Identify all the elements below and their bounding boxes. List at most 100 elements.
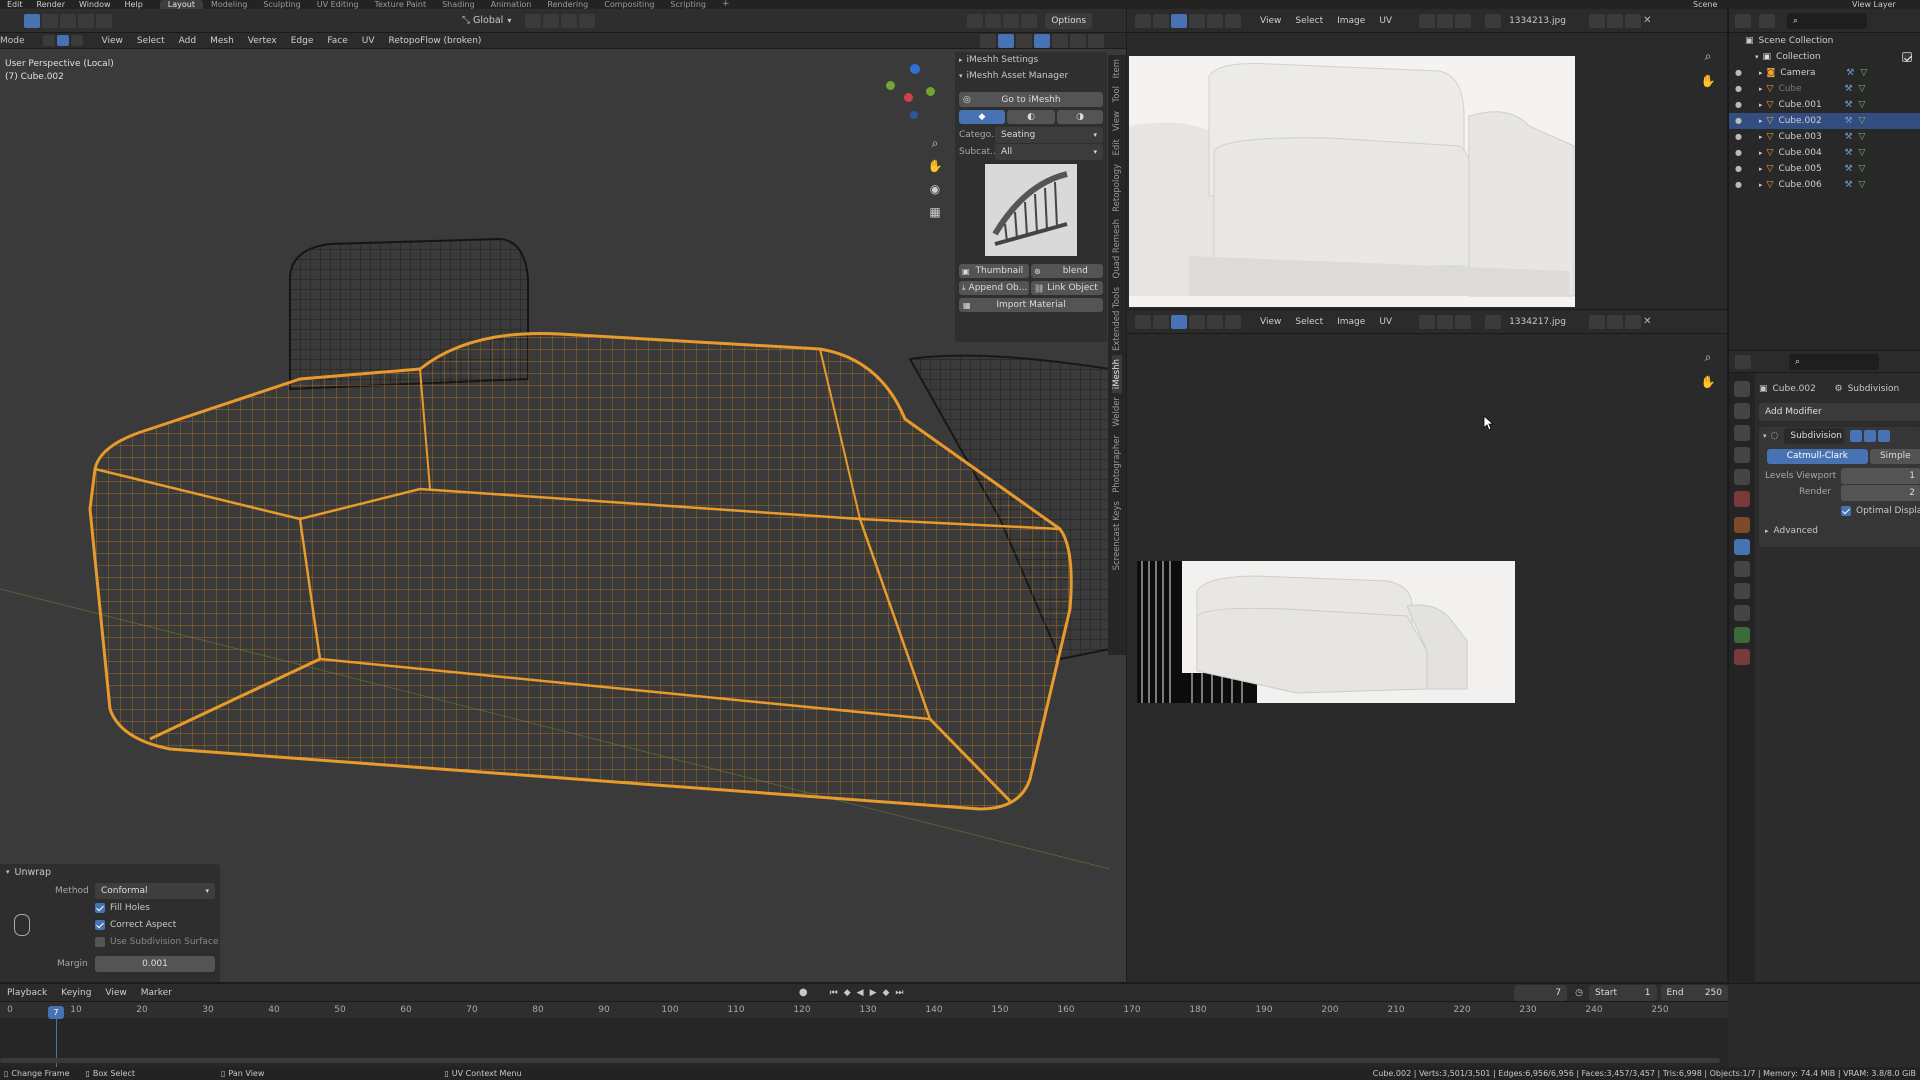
editor-type-icon[interactable] [1735, 13, 1751, 28]
tab-animation[interactable]: Animation [483, 0, 540, 9]
edge-select-icon[interactable] [1189, 13, 1205, 28]
3d-viewport[interactable]: ⤡ Global ▾ Options Mode View Select Add … [0, 9, 1126, 982]
modifier-wrench-icon[interactable]: ⚒ [1844, 129, 1852, 145]
output-properties-icon[interactable] [1734, 425, 1750, 441]
eye-icon[interactable]: ● [1735, 97, 1742, 113]
snap-icon[interactable] [1437, 314, 1454, 329]
menu-keying[interactable]: Keying [54, 988, 98, 998]
gizmo-z-axis[interactable] [910, 64, 920, 74]
modifier-wrench-icon[interactable]: ⚒ [1846, 65, 1854, 81]
vertex-select-icon[interactable] [1171, 13, 1187, 28]
simple-button[interactable]: Simple [1869, 449, 1920, 464]
outliner-search[interactable]: ⌕ [1787, 12, 1867, 29]
tab-layout[interactable]: Layout [159, 0, 203, 9]
zoom-icon[interactable]: ⌕ [1699, 348, 1717, 366]
menu-vertex[interactable]: Vertex [241, 36, 284, 46]
ortho-grid-icon[interactable]: ▦ [926, 203, 944, 221]
face-select-icon[interactable] [1207, 13, 1223, 28]
render-toggle-icon[interactable] [1878, 430, 1891, 442]
tab-compositing[interactable]: Compositing [596, 0, 662, 9]
view-layer-selector[interactable]: View Layer [1852, 0, 1896, 9]
editor-type-icon[interactable] [1135, 13, 1151, 28]
navigation-gizmo[interactable] [870, 61, 940, 131]
image-name-field[interactable]: 1334213.jpg [1509, 16, 1589, 26]
orientation-dropdown[interactable]: ⤡ Global ▾ [462, 15, 511, 26]
snap-icon[interactable] [543, 13, 560, 28]
mode-dropdown[interactable]: Mode [0, 36, 25, 46]
checkbox-checked-icon[interactable] [1902, 52, 1912, 62]
tab-modeling[interactable]: Modeling [203, 0, 255, 9]
tab-screencast-keys[interactable]: Screencast Keys [1112, 497, 1122, 574]
current-frame-field[interactable]: 7 [1513, 984, 1568, 1001]
outliner-item[interactable]: ● ▸ ▽ Cube.006 ⚒ ▽ [1729, 177, 1920, 193]
render-properties-icon[interactable] [1734, 403, 1750, 419]
axis-y-toggle[interactable] [985, 13, 1002, 28]
physics-icon[interactable] [1734, 583, 1750, 599]
expand-arrow-icon[interactable]: ▸ [1759, 113, 1763, 129]
margin-field[interactable]: 0.001 [95, 956, 215, 972]
hdri-type-icon[interactable]: ◑ [1057, 110, 1103, 124]
tab-photographer[interactable]: Photographer [1112, 431, 1122, 497]
edge-select-icon[interactable] [1189, 314, 1205, 329]
menu-select[interactable]: Select [130, 36, 172, 46]
category-dropdown[interactable]: Seating ▾ [995, 127, 1103, 143]
menu-uv[interactable]: UV [1372, 317, 1399, 327]
scene-collection-row[interactable]: ▣ Scene Collection [1729, 33, 1920, 49]
view-layer-icon[interactable] [1734, 447, 1750, 463]
menu-edit[interactable]: Edit [0, 0, 30, 9]
expand-arrow-icon[interactable]: ▸ [1759, 129, 1763, 145]
axis-z-toggle[interactable] [1003, 13, 1020, 28]
outliner-item[interactable]: ● ▸ ◙ Camera ⚒ ▽ [1729, 65, 1920, 81]
modifier-wrench-icon[interactable]: ⚒ [1844, 81, 1852, 97]
overlay-icon[interactable] [998, 33, 1014, 48]
world-properties-icon[interactable] [1734, 491, 1750, 507]
zoom-icon[interactable]: ⌕ [926, 134, 944, 152]
mirror-toggle[interactable] [1021, 13, 1038, 28]
expand-arrow-icon[interactable]: ▸ [1759, 161, 1763, 177]
mesh-data-icon[interactable]: ▽ [1859, 161, 1866, 177]
modifier-wrench-icon[interactable]: ⚒ [1844, 113, 1852, 129]
mesh-data-icon[interactable]: ▽ [1860, 65, 1867, 81]
gizmo-x-axis[interactable] [926, 87, 935, 96]
select-intersect-icon[interactable] [96, 13, 112, 28]
expand-arrow-icon[interactable]: ▸ [1759, 177, 1763, 193]
asset-thumbnail[interactable] [985, 164, 1077, 256]
outliner-item[interactable]: ● ▸ ▽ Cube.002 ⚒ ▽ [1729, 113, 1920, 129]
outliner-item[interactable]: ● ▸ ▽ Cube.001 ⚒ ▽ [1729, 97, 1920, 113]
image-editor-top[interactable]: View Select Image UV 1334213.jpg ✕ ⌕ ✋ [1127, 9, 1727, 309]
particles-icon[interactable] [1734, 561, 1750, 577]
outliner-item[interactable]: ● ▸ ▽ Cube ⚒ ▽ [1729, 81, 1920, 97]
link-object-button[interactable]: ⛓ Link Object [1031, 281, 1103, 295]
select-invert-icon[interactable] [78, 13, 94, 28]
face-select-icon[interactable] [1207, 314, 1223, 329]
menu-image[interactable]: Image [1330, 317, 1372, 327]
solid-shading-icon[interactable] [1052, 33, 1068, 48]
menu-select[interactable]: Select [1288, 317, 1330, 327]
modifier-wrench-icon[interactable]: ⚒ [1844, 145, 1852, 161]
display-mode-icon[interactable] [1759, 13, 1775, 28]
modifier-wrench-icon[interactable]: ⚒ [1844, 177, 1852, 193]
select-extend-icon[interactable] [42, 13, 58, 28]
start-frame-field[interactable]: Start 1 [1589, 984, 1657, 1001]
material-properties-icon[interactable] [1734, 649, 1750, 665]
mesh-data-icon[interactable]: ▽ [1859, 177, 1866, 193]
new-image-icon[interactable] [1607, 314, 1624, 329]
constraints-icon[interactable] [1734, 605, 1750, 621]
image-browse-icon[interactable] [1485, 314, 1502, 329]
collection-row[interactable]: ▾ ▣ Collection [1729, 49, 1920, 65]
model-type-icon[interactable]: ◆ [959, 110, 1005, 124]
editor-type-icon[interactable] [1735, 354, 1751, 369]
subcategory-dropdown[interactable]: All ▾ [995, 144, 1103, 160]
eye-icon[interactable]: ● [1735, 113, 1742, 129]
mesh-data-icon[interactable]: ▽ [1859, 129, 1866, 145]
editor-type-icon[interactable] [1135, 314, 1151, 329]
tab-welder[interactable]: Welder [1112, 393, 1122, 431]
image-editor-bottom[interactable]: View Select Image UV 1334217.jpg ✕ ⌕ ✋ [1127, 309, 1727, 982]
menu-window[interactable]: Window [72, 0, 118, 9]
options-dropdown[interactable]: Options [1045, 12, 1093, 29]
data-properties-icon[interactable] [1734, 627, 1750, 643]
append-object-button[interactable]: ⤓ Append Ob... [959, 281, 1029, 295]
menu-marker[interactable]: Marker [134, 988, 179, 998]
mesh-data-icon[interactable]: ▽ [1859, 97, 1866, 113]
proportional-icon[interactable] [1455, 314, 1472, 329]
